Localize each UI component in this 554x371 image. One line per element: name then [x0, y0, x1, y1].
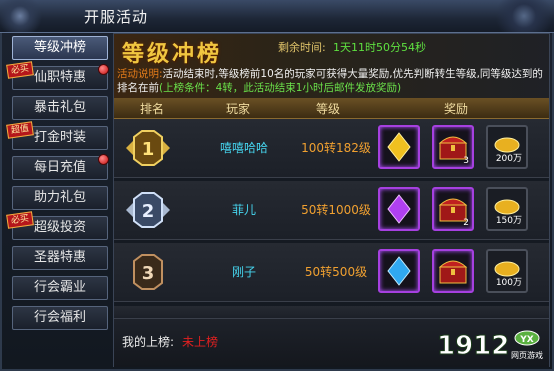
sidebar-item-label: 每日充值	[33, 160, 86, 175]
sidebar-item-boost-pack[interactable]: 助力礼包	[12, 186, 108, 210]
gold-amount: 150万	[495, 216, 522, 226]
player-level: 100转182级	[301, 141, 371, 155]
reward-slot-gem[interactable]	[378, 125, 420, 169]
table-header: 排名 玩家 等级 奖励	[114, 98, 549, 119]
sidebar-item-guild-welfare[interactable]: 行会福利	[12, 306, 108, 330]
my-rank-value: 未上榜	[182, 335, 219, 349]
sidebar-item-label: 超级投资	[33, 220, 86, 235]
rank-1-badge-icon: 1	[126, 130, 170, 166]
site-logo: 1912 YX 网页游戏	[437, 330, 543, 362]
countdown-label: 剩余时间:	[278, 41, 326, 54]
description-condition: (上榜条件：4转，此活动结束1小时后邮件发放奖励)	[159, 82, 402, 94]
sidebar-item-label: 暴击礼包	[33, 100, 86, 115]
sidebar-item-label: 打金时装	[33, 130, 86, 145]
gold-amount: 100万	[495, 278, 522, 288]
rank-number: 1	[142, 139, 155, 160]
sidebar-item-label: 等级冲榜	[33, 40, 86, 55]
event-banner: 等级冲榜 剩余时间: 1天11时50分54秒 活动说明:活动结束时,等级榜前10…	[114, 34, 549, 99]
notification-dot-icon	[98, 154, 109, 165]
rank-number: 2	[142, 201, 155, 222]
sidebar-item-level-rank[interactable]: 等级冲榜	[12, 36, 108, 60]
item-quantity: 3	[463, 156, 469, 166]
sidebar-item-xianzhi-sale[interactable]: 必买 仙职特惠	[6, 61, 109, 90]
sidebar-item-label: 助力礼包	[33, 190, 86, 205]
rank-number: 3	[142, 263, 155, 284]
table-row: 2 菲儿 50转1000级 2 150万	[114, 181, 549, 240]
player-level: 50转500级	[304, 265, 368, 279]
sidebar-item-gold-fashion[interactable]: 超值 打金时装	[6, 121, 108, 150]
gem-icon	[387, 256, 411, 286]
reward-slot-gem[interactable]	[378, 187, 420, 231]
title-bar: 开服活动	[0, 0, 554, 33]
player-level: 50转1000级	[301, 203, 371, 217]
rank-3-badge-icon: 3	[133, 254, 163, 290]
must-buy-tag: 必买	[6, 211, 34, 229]
header-level: 等级	[316, 102, 341, 116]
sidebar-item-label: 圣器特惠	[33, 250, 86, 265]
description-label: 活动说明:	[117, 68, 163, 80]
sidebar-item-super-invest[interactable]: 必买 超级投资	[6, 211, 108, 240]
table-row: 3 刚子 50转500级 100万	[114, 243, 549, 302]
table-row-partial	[114, 306, 549, 318]
event-description: 活动说明:活动结束时,等级榜前10名的玩家可获得大量奖励,优先判断转生等级,同等…	[117, 67, 545, 95]
must-buy-tag: 必买	[6, 61, 34, 79]
main-panel: 等级冲榜 剩余时间: 1天11时50分54秒 活动说明:活动结束时,等级榜前10…	[113, 33, 550, 367]
logo-subtitle: 网页游戏	[511, 350, 543, 360]
dragon-ornament-left	[0, 0, 70, 32]
header-reward: 奖励	[444, 102, 469, 116]
gem-icon	[387, 132, 411, 162]
reward-slot-gold[interactable]: 200万	[486, 125, 528, 169]
treasure-chest-icon	[438, 260, 468, 284]
rank-2-badge-icon: 2	[126, 192, 170, 228]
reward-slot-gem[interactable]	[378, 249, 420, 293]
dragon-ornament-right	[464, 0, 554, 32]
header-player: 玩家	[226, 102, 251, 116]
notification-dot-icon	[98, 64, 109, 75]
sidebar-item-relic-sale[interactable]: 圣器特惠	[12, 246, 108, 270]
gem-icon	[387, 194, 411, 224]
reward-slot-chest[interactable]: 3	[432, 125, 474, 169]
gold-amount: 200万	[495, 154, 522, 164]
table-row: 1 嘻嘻哈哈 100转182级 3 200万	[114, 119, 549, 178]
item-quantity: 2	[463, 218, 469, 228]
page-title: 等级冲榜	[122, 42, 223, 67]
countdown-value: 1天11时50分54秒	[333, 41, 426, 54]
reward-slot-gold[interactable]: 150万	[486, 187, 528, 231]
window-title: 开服活动	[84, 8, 149, 26]
sidebar-item-label: 行会霸业	[33, 280, 86, 295]
reward-slot-gold[interactable]: 100万	[486, 249, 528, 293]
sidebar-item-label: 行会福利	[33, 310, 86, 325]
super-value-tag: 超值	[6, 121, 34, 139]
sidebar: 等级冲榜 必买 仙职特惠 暴击礼包 超值 打金时装 每日充值 助力礼包 必买 超级投资…	[6, 36, 110, 348]
sidebar-item-label: 仙职特惠	[33, 70, 86, 85]
sidebar-item-crit-pack[interactable]: 暴击礼包	[12, 96, 108, 120]
logo-number: 1912	[437, 331, 509, 361]
sidebar-item-daily-recharge[interactable]: 每日充值	[12, 154, 109, 180]
reward-slot-chest[interactable]: 2	[432, 187, 474, 231]
reward-slot-chest[interactable]	[432, 249, 474, 293]
my-rank-label: 我的上榜:	[122, 335, 175, 349]
logo-badge: YX	[519, 335, 534, 345]
header-rank: 排名	[140, 102, 165, 116]
sidebar-item-guild-supremacy[interactable]: 行会霸业	[12, 276, 108, 300]
